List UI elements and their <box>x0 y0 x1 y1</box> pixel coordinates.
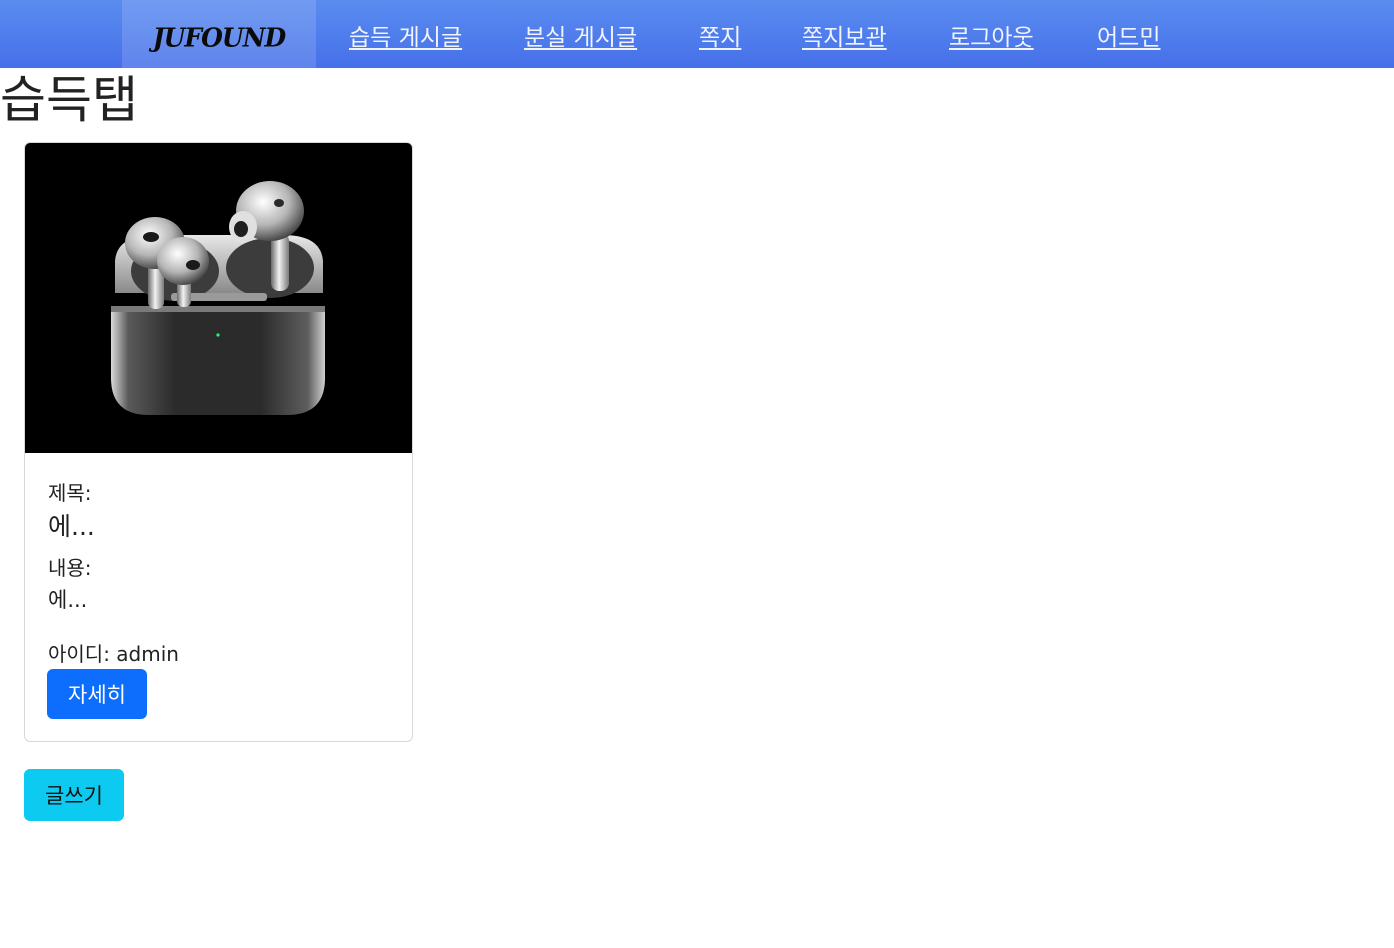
airpods-image-graphic <box>111 181 325 415</box>
brand-logo-text: JUFOUND <box>152 21 286 53</box>
page-title: 습득탭 <box>0 71 138 129</box>
brand-logo-link[interactable]: JUFOUND <box>122 0 316 68</box>
post-card: 제목: 에... 내용: 에... 아이디: admin 자세히 <box>24 142 413 742</box>
nav-link-found-posts[interactable]: 습득 게시글 <box>349 18 462 52</box>
nav-link-logout[interactable]: 로그아웃 <box>949 18 1034 52</box>
nav-link-lost-posts[interactable]: 분실 게시글 <box>524 18 637 52</box>
write-post-button[interactable]: 글쓰기 <box>24 769 124 821</box>
content-label: 내용: <box>48 556 92 580</box>
detail-button[interactable]: 자세히 <box>47 669 147 719</box>
nav-link-messages[interactable]: 쪽지 <box>699 18 741 52</box>
title-label: 제목: <box>48 481 92 505</box>
nav-link-message-archive[interactable]: 쪽지보관 <box>802 18 887 52</box>
nav-link-admin[interactable]: 어드민 <box>1097 18 1160 52</box>
content-value: 에... <box>48 588 88 612</box>
airpods-pro-photo <box>25 143 412 453</box>
author-id-text: 아이디: admin <box>48 642 179 666</box>
title-value: 에... <box>48 512 95 541</box>
top-navbar: JUFOUND 습득 게시글 분실 게시글 쪽지 쪽지보관 로그아웃 어드민 <box>0 0 1394 68</box>
